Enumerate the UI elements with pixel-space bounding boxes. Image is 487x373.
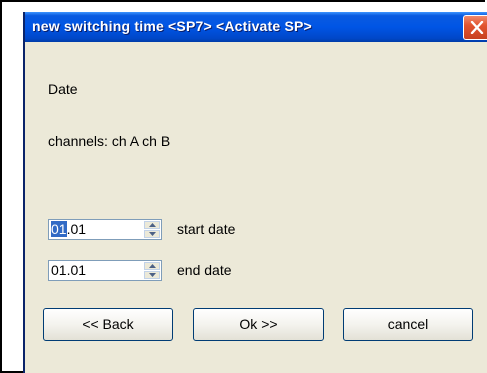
end-date-spinner[interactable]: 01.01 (48, 260, 162, 281)
channels-text: channels: ch A ch B (48, 133, 171, 149)
arrow-down-icon (149, 232, 156, 236)
section-label-date: Date (48, 81, 78, 97)
arrow-up-icon (149, 223, 156, 227)
start-date-selected-text: 01 (51, 221, 67, 237)
end-date-increment-button[interactable] (144, 262, 160, 270)
start-date-input[interactable]: 01.01 (51, 221, 87, 237)
end-date-label: end date (177, 262, 232, 278)
back-button[interactable]: << Back (43, 308, 173, 341)
ok-button[interactable]: Ok >> (193, 308, 324, 341)
arrow-up-icon (149, 264, 156, 268)
window-title: new switching time <SP7> <Activate SP> (32, 18, 312, 34)
title-bar[interactable]: new switching time <SP7> <Activate SP> (25, 12, 487, 42)
close-button[interactable] (463, 15, 487, 40)
start-date-label: start date (177, 221, 236, 237)
start-date-rest-text: .01 (66, 221, 87, 237)
start-date-decrement-button[interactable] (144, 230, 160, 238)
end-date-input[interactable]: 01.01 (51, 263, 86, 278)
start-date-spin-buttons (144, 221, 160, 238)
start-date-increment-button[interactable] (144, 221, 160, 229)
arrow-down-icon (149, 273, 156, 277)
start-date-spinner[interactable]: 01.01 (48, 219, 162, 240)
dialog-window: new switching time <SP7> <Activate SP> D… (23, 12, 487, 373)
cancel-button[interactable]: cancel (343, 308, 473, 341)
end-date-decrement-button[interactable] (144, 271, 160, 279)
end-date-spin-buttons (144, 262, 160, 279)
close-icon (470, 21, 484, 34)
